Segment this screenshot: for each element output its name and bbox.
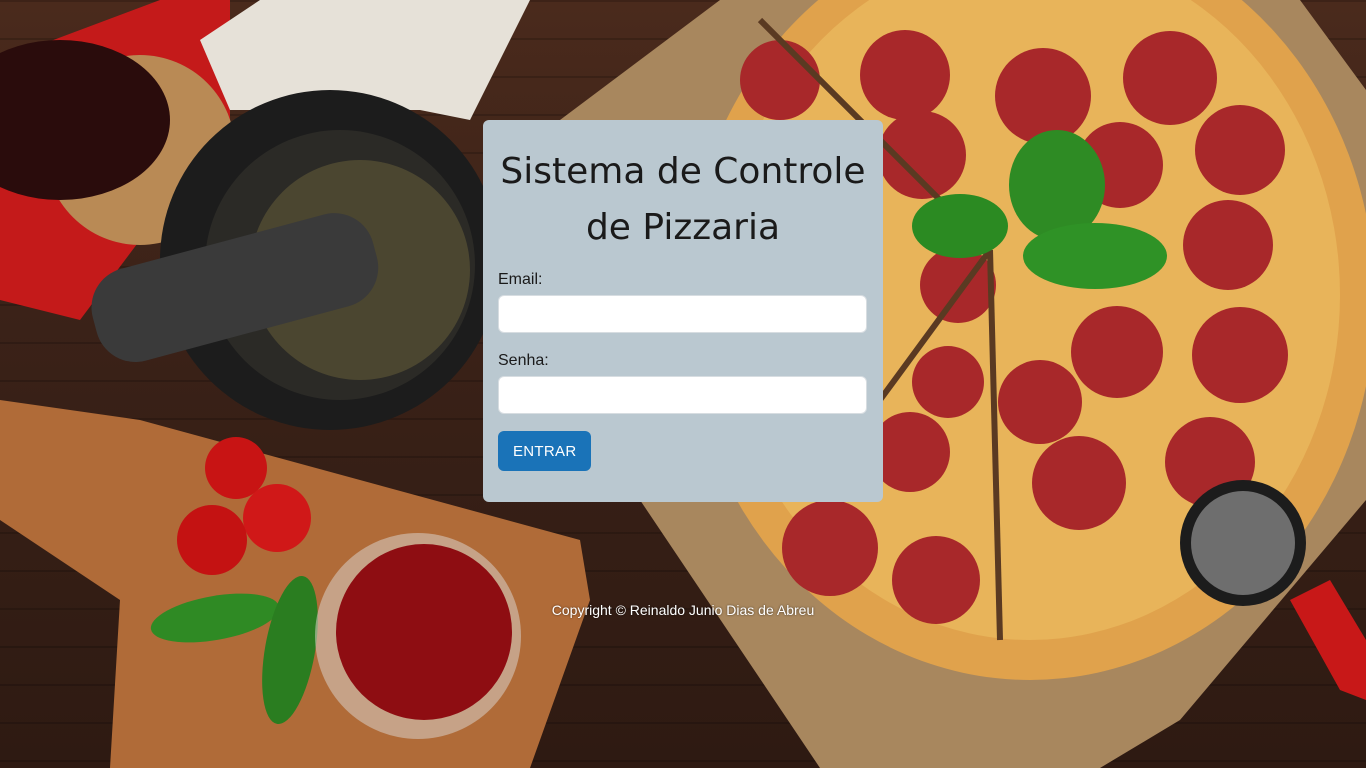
tomato-shape <box>177 505 247 575</box>
basil-leaf-shape <box>912 194 1008 258</box>
login-card: Sistema de Controle de Pizzaria Email: S… <box>483 120 883 502</box>
login-title: Sistema de Controle de Pizzaria <box>500 151 866 248</box>
password-label: Senha: <box>498 352 549 369</box>
sauce-shape <box>336 544 512 720</box>
pizza-cutter-handle-shape <box>1290 580 1366 700</box>
tomato-shape <box>243 484 311 552</box>
password-field[interactable] <box>498 376 867 414</box>
copyright-footer: Copyright © Reinaldo Junio Dias de Abreu <box>551 602 815 618</box>
email-field[interactable] <box>498 295 867 333</box>
tomato-shape <box>205 437 267 499</box>
login-button[interactable]: ENTRAR <box>498 431 592 471</box>
page-background: Sistema de Controle de Pizzaria Email: S… <box>0 0 1366 768</box>
email-label: Email: <box>498 271 543 288</box>
pizza-cutter-blade-shape <box>1191 491 1295 595</box>
basil-leaf-shape <box>1023 223 1167 289</box>
